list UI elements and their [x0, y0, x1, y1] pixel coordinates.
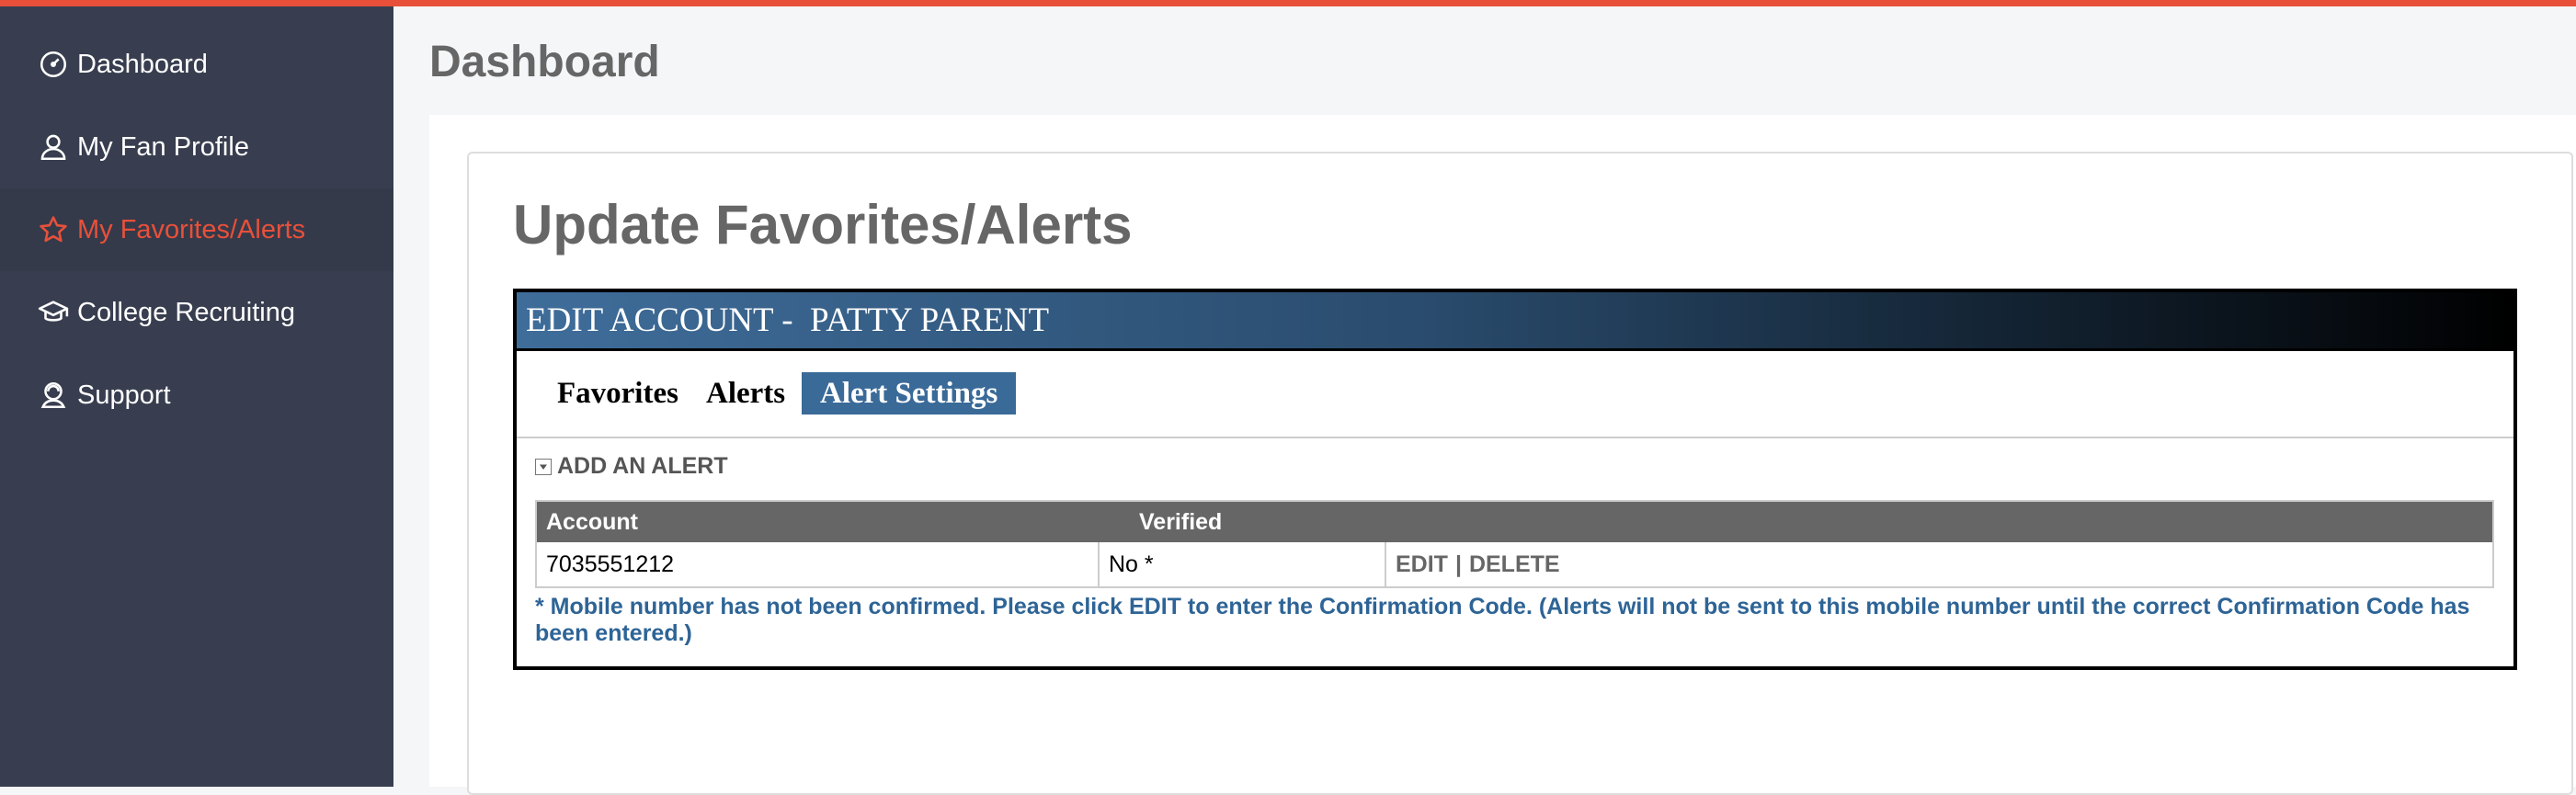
- tab-alert-settings[interactable]: Alert Settings: [802, 372, 1017, 415]
- panel-title: EDIT ACCOUNT - PATTY PARENT: [526, 301, 1050, 339]
- tab-alerts[interactable]: Alerts: [688, 372, 804, 415]
- sidebar-item-my-fan-profile[interactable]: My Fan Profile: [0, 106, 393, 188]
- sidebar-item-label: College Recruiting: [77, 297, 295, 327]
- sidebar-item-support[interactable]: Support: [0, 354, 393, 437]
- tab-favorites[interactable]: Favorites: [539, 372, 697, 415]
- table-header: Account Verified: [537, 502, 2492, 542]
- account-cell: 7035551212: [546, 551, 675, 577]
- star-icon: [37, 213, 70, 246]
- tab-bar: Favorites Alerts Alert Settings: [517, 354, 2513, 438]
- card-title: Update Favorites/Alerts: [513, 194, 1133, 256]
- sidebar-item-college-recruiting[interactable]: College Recruiting: [0, 271, 393, 354]
- confirmation-note: * Mobile number has not been confirmed. …: [535, 594, 2470, 646]
- table-row: 7035551212 No * EDIT | DELETE: [537, 542, 2492, 586]
- column-header-account: Account: [546, 509, 638, 535]
- sidebar-item-my-favorites-alerts[interactable]: My Favorites/Alerts: [0, 188, 393, 271]
- sidebar-item-label: My Favorites/Alerts: [77, 214, 306, 244]
- actions-cell: EDIT | DELETE: [1385, 542, 2492, 586]
- top-accent-bar: [0, 0, 2576, 6]
- graduation-cap-icon: [37, 296, 70, 329]
- sidebar-item-label: Support: [77, 380, 171, 410]
- dashboard-icon: [37, 48, 70, 81]
- expand-icon: [535, 458, 552, 475]
- user-icon: [37, 131, 70, 164]
- sidebar-item-label: My Fan Profile: [77, 131, 249, 162]
- action-separator: |: [1454, 551, 1462, 577]
- add-alert-toggle[interactable]: ADD AN ALERT: [535, 453, 728, 480]
- column-header-verified: Verified: [1139, 509, 1223, 535]
- support-icon: [37, 379, 70, 412]
- panel-header: EDIT ACCOUNT - PATTY PARENT: [517, 292, 2513, 351]
- verified-cell: No *: [1098, 542, 1385, 586]
- page-title: Dashboard: [429, 38, 660, 86]
- edit-account-panel: EDIT ACCOUNT - PATTY PARENT Favorites Al…: [513, 289, 2517, 670]
- alerts-table: Account Verified 7035551212 No * EDIT | …: [535, 500, 2494, 588]
- sidebar-item-label: Dashboard: [77, 49, 208, 79]
- sidebar-item-dashboard[interactable]: Dashboard: [0, 23, 393, 106]
- edit-link[interactable]: EDIT: [1396, 551, 1448, 578]
- sidebar: Dashboard My Fan Profile My Favorites/Al…: [0, 6, 393, 787]
- add-alert-label: ADD AN ALERT: [557, 453, 728, 479]
- delete-link[interactable]: DELETE: [1469, 551, 1560, 578]
